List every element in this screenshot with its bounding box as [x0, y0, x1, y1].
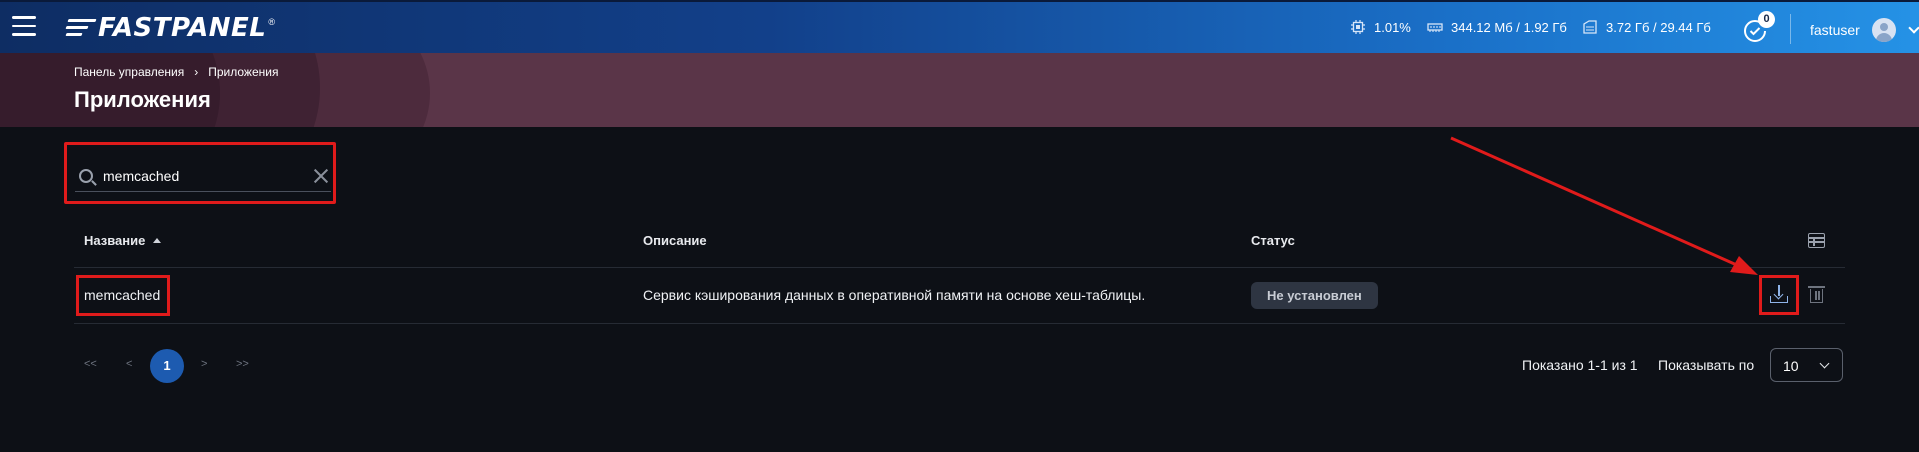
notifications-button[interactable]: 0 [1742, 11, 1775, 44]
pagination-next[interactable]: > [201, 358, 207, 370]
breadcrumb-root[interactable]: Панель управления [74, 65, 184, 79]
avatar-icon [1871, 18, 1896, 42]
top-bar: FASTPANEL ® 1.01% 344.12 Мб / 1.92 Гб 3.… [0, 0, 1919, 53]
install-icon[interactable] [1770, 285, 1788, 303]
ram-stat: 344.12 Мб / 1.92 Гб [1427, 19, 1567, 35]
chevron-down-icon [1908, 22, 1919, 34]
cpu-icon [1351, 20, 1365, 34]
search-icon [79, 169, 93, 183]
pagination-current[interactable]: 1 [150, 349, 184, 383]
topbar-divider [1790, 14, 1791, 44]
page-title: Приложения [74, 87, 211, 112]
logo-registered: ® [268, 17, 276, 27]
pagination-first[interactable]: << [84, 358, 97, 370]
column-header-status: Статус [1251, 233, 1295, 248]
search-highlight-box [64, 142, 336, 204]
close-icon[interactable] [313, 168, 329, 184]
column-header-name[interactable]: Название [84, 233, 162, 248]
column-header-name-label: Название [84, 233, 146, 248]
sort-asc-icon [153, 238, 162, 243]
disk-icon [1583, 20, 1597, 34]
logo-text: FASTPANEL [98, 13, 267, 43]
table-row-description: Сервис кэширования данных в оперативной … [643, 287, 1146, 303]
page-header: Панель управления › Приложения Приложени… [0, 53, 1919, 127]
per-page-value: 10 [1783, 358, 1799, 374]
table-row-name: memcached [84, 287, 161, 303]
logo[interactable]: FASTPANEL ® [65, 13, 276, 43]
status-badge: Не установлен [1251, 282, 1378, 309]
breadcrumb-separator: › [194, 65, 199, 79]
column-header-description: Описание [643, 233, 707, 248]
search-input[interactable] [103, 164, 293, 188]
ram-icon [1427, 23, 1443, 32]
notifications-count: 0 [1758, 11, 1775, 28]
cpu-stat: 1.01% [1350, 19, 1411, 35]
cpu-value: 1.01% [1374, 19, 1411, 35]
ram-value: 344.12 Мб / 1.92 Гб [1451, 19, 1567, 35]
columns-settings-icon[interactable] [1808, 233, 1825, 248]
breadcrumb: Панель управления › Приложения [74, 65, 278, 79]
table-divider [74, 267, 1845, 268]
breadcrumb-current: Приложения [208, 65, 279, 79]
pagination-last[interactable]: >> [236, 358, 249, 370]
user-menu[interactable]: fastuser [1810, 18, 1919, 42]
disk-value: 3.72 Гб / 29.44 Гб [1606, 19, 1711, 35]
logo-mark-icon [65, 17, 97, 39]
shown-count: Показано 1-1 из 1 [1522, 357, 1638, 373]
per-page-select[interactable]: 10 [1770, 348, 1843, 382]
pagination-prev[interactable]: < [126, 358, 132, 370]
username: fastuser [1810, 22, 1860, 38]
chevron-down-icon [1819, 358, 1830, 369]
per-page-label: Показывать по [1658, 357, 1755, 373]
hamburger-icon[interactable] [12, 16, 36, 36]
table-divider [74, 323, 1845, 324]
trash-icon[interactable] [1808, 286, 1825, 303]
disk-stat: 3.72 Гб / 29.44 Гб [1582, 19, 1711, 35]
search-field [75, 160, 331, 192]
